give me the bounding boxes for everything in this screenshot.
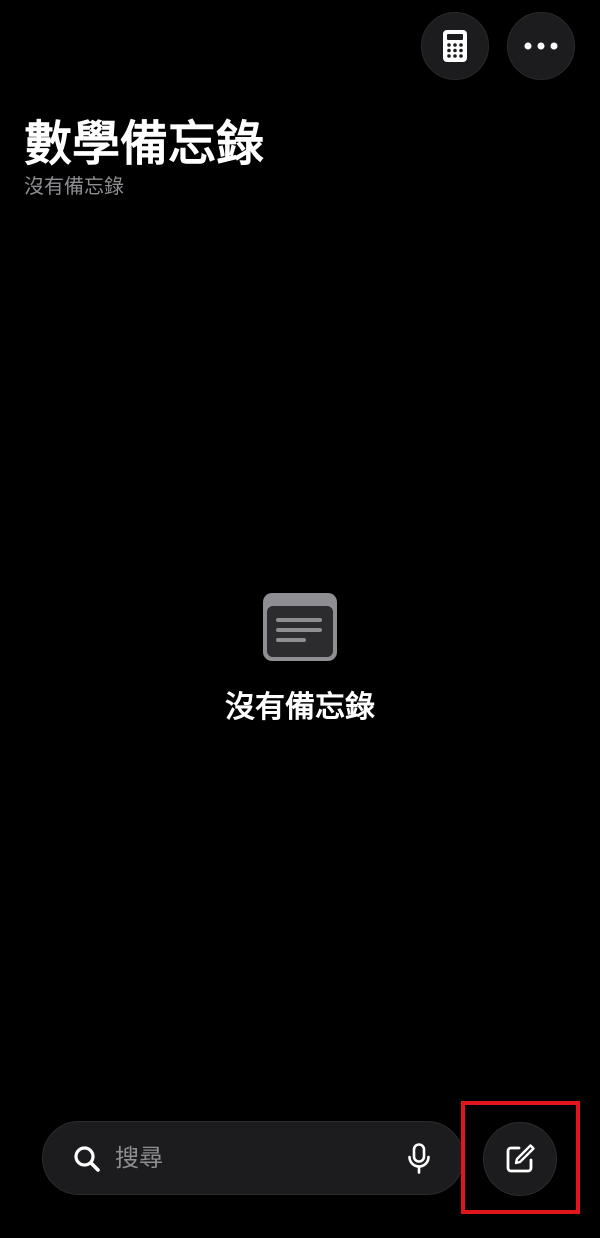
- new-note-button[interactable]: [483, 1122, 557, 1196]
- search-input[interactable]: [115, 1139, 375, 1177]
- compose-icon: [506, 1144, 535, 1173]
- empty-state-message: 沒有備忘錄: [225, 690, 375, 725]
- microphone-icon[interactable]: [407, 1143, 431, 1175]
- calculator-button[interactable]: [421, 12, 489, 80]
- page-title: 數學備忘錄: [24, 116, 265, 172]
- note-icon: [263, 593, 337, 661]
- search-bar[interactable]: [42, 1121, 464, 1195]
- ellipsis-icon: [524, 42, 558, 50]
- calculator-icon: [443, 30, 467, 62]
- search-icon: [74, 1146, 100, 1172]
- page-subtitle: 沒有備忘錄: [24, 174, 124, 198]
- more-options-button[interactable]: [507, 12, 575, 80]
